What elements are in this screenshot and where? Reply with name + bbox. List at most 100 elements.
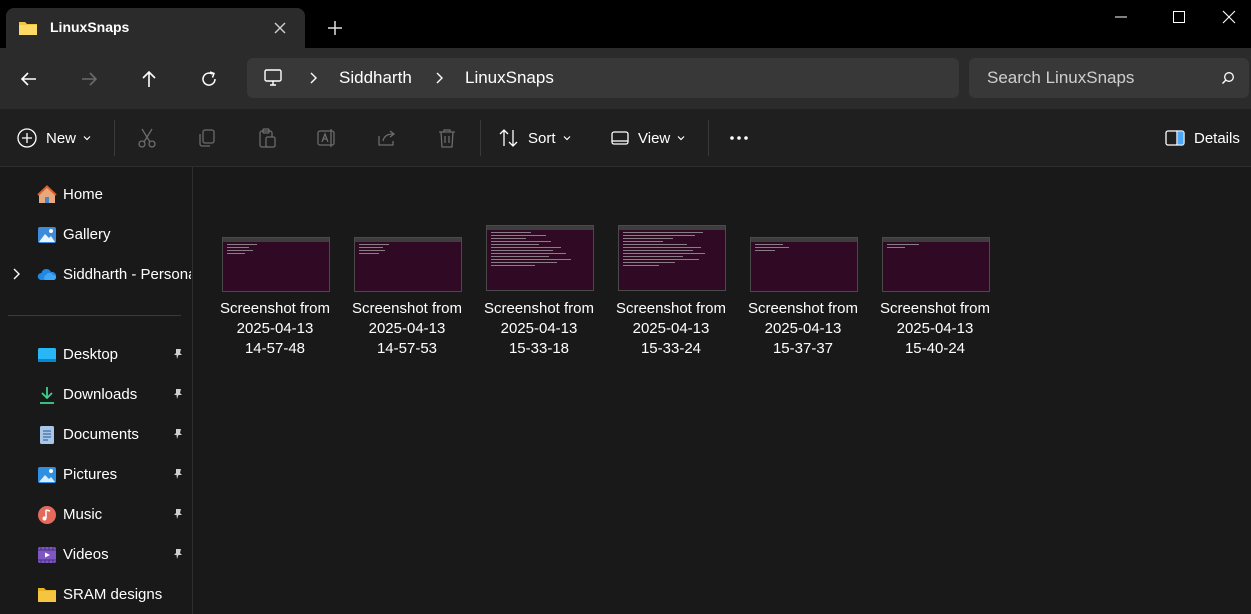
chevron-right-icon[interactable] bbox=[433, 72, 445, 84]
pin-icon[interactable] bbox=[172, 468, 184, 480]
minimize-button[interactable] bbox=[1099, 4, 1143, 30]
rename-button[interactable] bbox=[316, 123, 338, 153]
file-thumbnail bbox=[222, 237, 330, 292]
file-item[interactable]: Screenshot from 2025-04-13 15-33-18 bbox=[476, 224, 602, 364]
view-button[interactable]: View bbox=[610, 123, 686, 153]
paste-icon bbox=[259, 128, 276, 148]
navigation-bar: Siddharth LinuxSnaps Search LinuxSnaps bbox=[0, 48, 1251, 109]
title-bar: LinuxSnaps bbox=[0, 0, 1251, 48]
pin-icon[interactable] bbox=[172, 548, 184, 560]
arrow-up-icon bbox=[142, 70, 156, 87]
breadcrumb-linuxsnaps[interactable]: LinuxSnaps bbox=[465, 68, 554, 88]
file-item[interactable]: Screenshot from 2025-04-13 15-33-24 bbox=[608, 224, 734, 364]
copy-icon bbox=[199, 129, 215, 147]
file-thumbnail bbox=[882, 237, 990, 292]
sidebar-item-label: Gallery bbox=[63, 226, 111, 243]
close-icon bbox=[1222, 10, 1236, 24]
search-input[interactable]: Search LinuxSnaps bbox=[987, 68, 1134, 88]
new-label: New bbox=[46, 129, 77, 147]
onedrive-icon bbox=[37, 268, 57, 280]
file-thumbnail bbox=[486, 225, 594, 291]
sidebar-item-videos[interactable]: Videos bbox=[0, 537, 191, 573]
chevron-down-icon bbox=[563, 136, 570, 141]
copy-button[interactable] bbox=[196, 123, 218, 153]
sidebar-item-pictures[interactable]: Pictures bbox=[0, 457, 191, 493]
search-box[interactable]: Search LinuxSnaps bbox=[969, 58, 1249, 98]
new-button[interactable]: New bbox=[16, 123, 92, 153]
sidebar-item-label: Videos bbox=[63, 546, 109, 563]
sidebar-item-documents[interactable]: Documents bbox=[0, 417, 191, 453]
pin-icon[interactable] bbox=[172, 508, 184, 520]
file-name: Screenshot from 2025-04-13 15-33-24 bbox=[615, 300, 727, 357]
sidebar-item-gallery[interactable]: Gallery bbox=[0, 217, 191, 253]
forward-button[interactable] bbox=[74, 64, 104, 94]
back-button[interactable] bbox=[14, 64, 44, 94]
file-thumbnail bbox=[618, 225, 726, 291]
chevron-down-icon bbox=[677, 136, 685, 141]
details-pane-icon bbox=[1165, 130, 1185, 146]
close-window-button[interactable] bbox=[1207, 4, 1251, 30]
file-item[interactable]: Screenshot from 2025-04-13 14-57-53 bbox=[344, 224, 470, 364]
folder-icon bbox=[38, 588, 56, 602]
paste-button[interactable] bbox=[256, 123, 278, 153]
toolbar-divider bbox=[708, 120, 709, 156]
arrow-left-icon bbox=[20, 72, 36, 86]
sidebar-item-label: Music bbox=[63, 506, 103, 523]
delete-button[interactable] bbox=[436, 123, 458, 153]
tab-linuxsnaps[interactable]: LinuxSnaps bbox=[6, 8, 305, 48]
more-options-button[interactable] bbox=[728, 123, 750, 153]
command-bar: New Sort View Details bbox=[0, 109, 1251, 167]
trash-icon bbox=[439, 129, 455, 148]
maximize-button[interactable] bbox=[1157, 4, 1201, 30]
pin-icon[interactable] bbox=[172, 388, 184, 400]
videos-icon bbox=[38, 547, 56, 563]
share-button[interactable] bbox=[376, 123, 398, 153]
cut-button[interactable] bbox=[136, 123, 158, 153]
sidebar-item-onedrive[interactable]: Siddharth - Persona bbox=[0, 257, 191, 293]
new-tab-icon[interactable] bbox=[324, 17, 346, 39]
toolbar-divider bbox=[480, 120, 481, 156]
gallery-icon bbox=[38, 227, 56, 243]
sidebar-item-label: SRAM designs bbox=[63, 586, 163, 603]
file-name: Screenshot from 2025-04-13 15-33-18 bbox=[483, 300, 595, 357]
sidebar-item-music[interactable]: Music bbox=[0, 497, 191, 533]
sidebar-item-label: Downloads bbox=[63, 386, 138, 403]
file-name: Screenshot from 2025-04-13 15-40-24 bbox=[879, 300, 991, 357]
sidebar-item-sram-designs[interactable]: SRAM designs bbox=[0, 577, 191, 613]
sidebar-item-label: Home bbox=[63, 186, 104, 203]
sidebar-item-home[interactable]: Home bbox=[0, 177, 191, 213]
documents-icon bbox=[40, 426, 54, 444]
sidebar-item-label: Documents bbox=[63, 426, 139, 443]
up-button[interactable] bbox=[134, 64, 164, 94]
pin-icon[interactable] bbox=[172, 428, 184, 440]
address-bar[interactable]: Siddharth LinuxSnaps bbox=[247, 58, 959, 98]
this-pc-icon bbox=[264, 69, 282, 86]
pin-icon[interactable] bbox=[172, 348, 184, 360]
sort-label: Sort bbox=[528, 129, 556, 147]
plus-circle-icon bbox=[17, 128, 37, 148]
close-tab-icon[interactable] bbox=[270, 18, 290, 38]
search-icon[interactable] bbox=[1221, 71, 1235, 85]
details-button[interactable]: Details bbox=[1164, 123, 1240, 153]
refresh-button[interactable] bbox=[194, 64, 224, 94]
chevron-down-icon bbox=[83, 136, 91, 141]
navigation-pane: Home Gallery Siddharth - Persona Desktop… bbox=[0, 167, 193, 614]
chevron-right-icon[interactable] bbox=[307, 72, 319, 84]
rename-icon bbox=[317, 129, 335, 147]
cut-icon bbox=[138, 128, 156, 148]
file-item[interactable]: Screenshot from 2025-04-13 15-37-37 bbox=[740, 224, 866, 364]
file-item[interactable]: Screenshot from 2025-04-13 14-57-48 bbox=[212, 224, 338, 364]
sort-button[interactable]: Sort bbox=[498, 123, 572, 153]
folder-icon bbox=[19, 22, 37, 35]
file-item[interactable]: Screenshot from 2025-04-13 15-40-24 bbox=[872, 224, 998, 364]
file-name: Screenshot from 2025-04-13 14-57-48 bbox=[219, 300, 331, 357]
view-icon bbox=[611, 131, 629, 145]
sidebar-item-downloads[interactable]: Downloads bbox=[0, 377, 191, 413]
sidebar-item-desktop[interactable]: Desktop bbox=[0, 337, 191, 373]
breadcrumb-siddharth[interactable]: Siddharth bbox=[339, 68, 412, 88]
minimize-icon bbox=[1115, 16, 1127, 18]
chevron-right-icon[interactable] bbox=[10, 268, 22, 280]
file-thumbnail bbox=[750, 237, 858, 292]
tab-title: LinuxSnaps bbox=[50, 19, 130, 35]
sidebar-item-label: Pictures bbox=[63, 466, 118, 483]
